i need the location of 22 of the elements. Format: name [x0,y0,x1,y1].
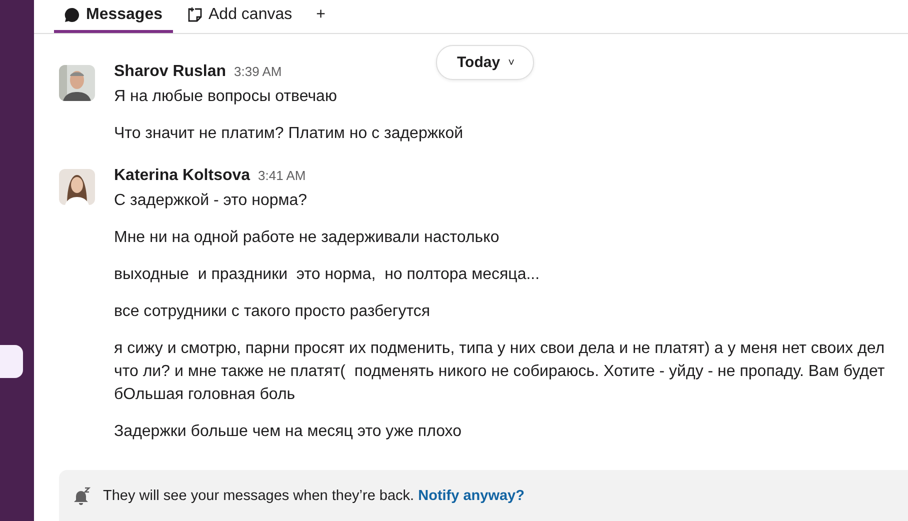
message-text: все сотрудники с такого просто разбегутся [114,302,432,322]
message-text: Задержки больше чем на месяц это уже плохо [114,422,463,442]
channel-tab[interactable]: Messages [54,0,172,33]
message-text: я сижу и смотрю, парни просят их подменить, типа у них свои дела и не платят) а у меня нет своих дел что ли? и мне также не платят( подменять никого не собираюсь. Хотите - уйду - не пропаду. Вам будет бОльшая головная боль [114,339,886,405]
timestamp[interactable]: 3:41 AM [258,168,306,183]
date-dropdown[interactable]: Today ˅ [436,45,534,80]
author-name[interactable]: Katerina Koltsova [114,167,250,185]
message-text: Мне ни на одной работе не задерживали настолько [114,228,500,248]
message-text: Что значит не платим? Платим но с задержкой [114,124,464,144]
message-text: С задержкой - это норма? [114,191,308,211]
sidebar-item[interactable] [0,345,23,378]
channel-tab[interactable]: Add canvas [176,0,302,33]
message-text: Я на любые вопросы отвечаю [114,87,338,107]
message-text: выходные и праздники это норма, но полтора месяца... [114,265,541,285]
notice-text: They will see your messages when they’re back. Notify anyway? [103,488,524,504]
chat-bubble-icon [64,7,80,23]
notify-link[interactable]: Notify anyway? [418,488,524,504]
author-name[interactable]: Sharov Ruslan [114,63,226,81]
canvas-icon [186,7,202,23]
channel-tab[interactable]: + [306,0,336,33]
timestamp[interactable]: 3:39 AM [234,64,282,79]
snoozed-bell-icon [73,486,91,504]
